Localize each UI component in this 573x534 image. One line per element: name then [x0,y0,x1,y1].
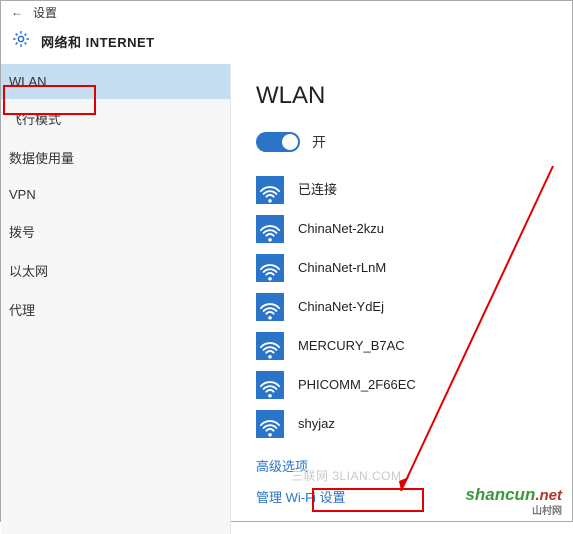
sidebar-item-vpn[interactable]: VPN [1,177,230,212]
page-title: WLAN [256,82,562,110]
network-name: PHICOMM_2F66EC [298,377,416,394]
network-item[interactable]: shyjaz [256,406,562,442]
network-item[interactable]: ChinaNet-rLnM [256,250,562,286]
sidebar: WLAN 飞行模式 数据使用量 VPN 拨号 以太网 代理 [1,64,231,534]
wifi-icon [256,254,284,282]
wifi-icon [256,176,284,204]
sidebar-item-ethernet[interactable]: 以太网 [1,251,230,290]
network-name: ChinaNet-rLnM [298,260,386,277]
network-item-connected[interactable]: 已连接 [256,172,562,208]
network-list: 已连接 ChinaNet-2kzu ChinaNet-rLnM ChinaNet… [256,172,562,442]
wifi-icon [256,371,284,399]
network-item[interactable]: PHICOMM_2F66EC [256,367,562,403]
wifi-toggle-row: 开 [256,132,562,152]
sidebar-item-wlan[interactable]: WLAN [1,64,230,99]
network-name: MERCURY_B7AC [298,338,405,355]
back-icon[interactable]: ← [11,5,23,19]
network-name: shyjaz [298,416,335,433]
wifi-toggle-label: 开 [312,132,326,152]
network-name: ChinaNet-2kzu [298,221,384,238]
network-item[interactable]: ChinaNet-2kzu [256,211,562,247]
wifi-icon [256,293,284,321]
section-title: 网络和 INTERNET [41,32,155,51]
advanced-options-link[interactable]: 高级选项 [256,454,562,477]
wifi-toggle[interactable] [256,132,300,152]
links-section: 高级选项 管理 Wi-Fi 设置 [256,454,562,508]
page-header: 网络和 INTERNET [1,21,572,64]
sidebar-item-proxy[interactable]: 代理 [1,290,230,329]
sidebar-item-data-usage[interactable]: 数据使用量 [1,138,230,177]
window-title: 设置 [33,4,57,21]
sidebar-item-airplane[interactable]: 飞行模式 [1,99,230,138]
wifi-icon [256,410,284,438]
wifi-icon [256,215,284,243]
window-header: ← 设置 [1,1,572,21]
main-panel: WLAN 开 已连接 ChinaNet-2kzu ChinaNet- [231,64,572,534]
network-item[interactable]: MERCURY_B7AC [256,328,562,364]
network-item[interactable]: ChinaNet-YdEj [256,289,562,325]
network-status: 已连接 [298,182,337,199]
network-name: ChinaNet-YdEj [298,299,384,316]
wifi-icon [256,332,284,360]
content-area: WLAN 飞行模式 数据使用量 VPN 拨号 以太网 代理 WLAN 开 已连接 [1,64,572,534]
sidebar-item-dialup[interactable]: 拨号 [1,212,230,251]
gear-icon [11,29,31,54]
manage-wifi-link[interactable]: 管理 Wi-Fi 设置 [256,485,562,508]
